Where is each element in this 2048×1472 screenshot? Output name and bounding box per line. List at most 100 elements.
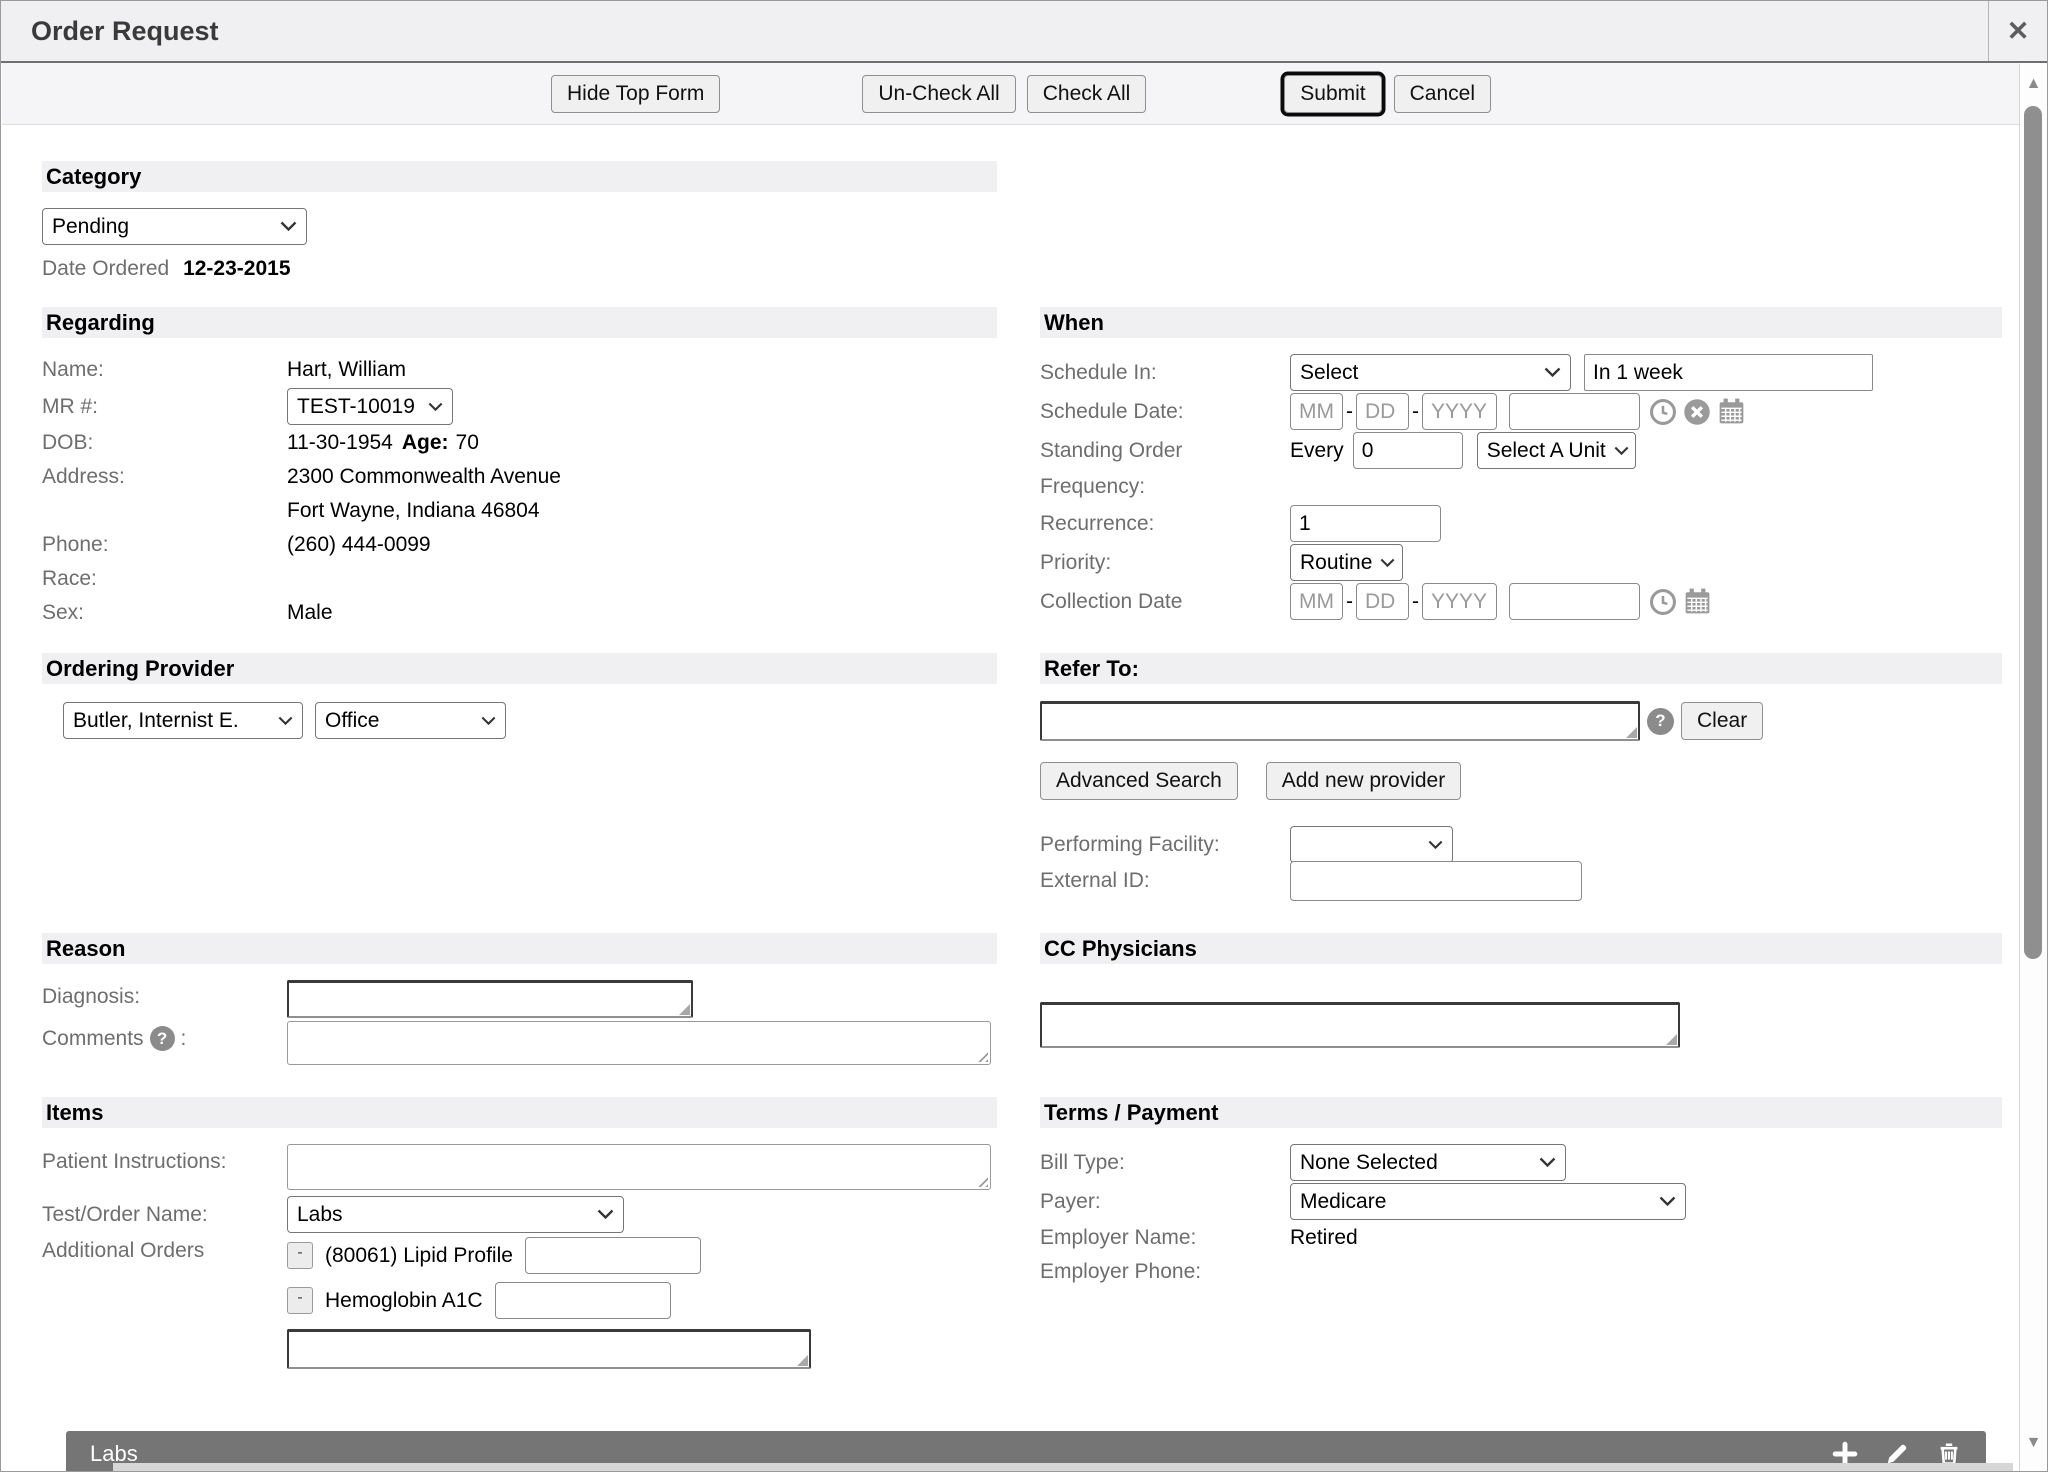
provider-select[interactable]: Butler, Internist E. [63,702,303,739]
provider-location-select[interactable]: Office [315,702,506,739]
add-new-provider-button[interactable]: Add new provider [1266,762,1461,800]
mr-select[interactable]: TEST-10019 [287,388,453,425]
clear-date-icon[interactable] [1683,398,1711,426]
refer-to-input[interactable] [1040,701,1640,741]
calendar-icon[interactable] [1717,397,1746,426]
check-all-button[interactable]: Check All [1027,75,1147,113]
chevron-down-icon [1380,558,1395,568]
collection-time-input[interactable] [1509,583,1640,620]
cc-physicians-input[interactable] [1040,1002,1680,1048]
cc-physicians-header: CC Physicians [1040,933,2002,964]
payer-label: Payer: [1040,1190,1290,1214]
priority-select[interactable]: Routine [1290,544,1403,581]
diagnosis-input[interactable] [287,980,693,1018]
phone-value: (260) 444-0099 [287,533,431,557]
every-input[interactable] [1353,432,1463,469]
clock-icon[interactable] [1649,398,1677,426]
regarding-header: Regarding [42,307,997,338]
horizontal-scrollbar[interactable] [113,1463,2013,1471]
age-label: Age: [402,431,449,455]
additional-order-row: - Hemoglobin A1C [287,1282,811,1319]
provider-location-value: Office [325,709,379,733]
performing-facility-select[interactable] [1290,826,1453,863]
close-icon: ✕ [2007,16,2030,47]
order-detail-input[interactable] [525,1237,701,1274]
terms-payment-header: Terms / Payment [1040,1097,2002,1128]
unit-select-value: Select A Unit [1487,439,1606,463]
age-value: 70 [456,431,479,455]
test-order-name-label: Test/Order Name: [42,1203,287,1227]
refer-to-header: Refer To: [1040,653,2002,684]
bill-type-select[interactable]: None Selected [1290,1144,1566,1181]
category-select-value: Pending [52,215,129,239]
performing-facility-label: Performing Facility: [1040,833,1290,857]
schedule-in-text-input[interactable] [1584,354,1873,391]
collection-date-mm-input[interactable] [1290,583,1343,620]
category-select[interactable]: Pending [42,208,307,245]
close-button[interactable]: ✕ [1988,1,2047,61]
comments-colon: : [181,1027,187,1051]
submit-button[interactable]: Submit [1284,75,1381,113]
uncheck-all-button[interactable]: Un-Check All [862,75,1015,113]
patient-instructions-textarea[interactable] [287,1144,991,1190]
date-ordered-value: 12-23-2015 [183,257,290,280]
ordering-provider-header: Ordering Provider [42,653,997,684]
collection-date-label: Collection Date [1040,590,1290,614]
title-bar: Order Request ✕ [1,1,2047,63]
remove-order-button[interactable]: - [287,1242,313,1269]
dob-value: 11-30-1954 [287,431,393,455]
scrollbar-thumb[interactable] [2024,106,2042,959]
dob-label: DOB: [42,431,287,455]
when-header: When [1040,307,2002,338]
name-value: Hart, William [287,358,406,382]
help-icon[interactable]: ? [150,1026,175,1051]
additional-order-row: - (80061) Lipid Profile [287,1237,811,1274]
schedule-time-input[interactable] [1509,393,1640,430]
order-detail-input[interactable] [495,1282,671,1319]
patient-instructions-label: Patient Instructions: [42,1144,287,1174]
collection-date-yyyy-input[interactable] [1422,583,1497,620]
test-order-select-value: Labs [297,1203,343,1227]
calendar-icon[interactable] [1683,587,1712,616]
help-icon[interactable]: ? [1647,708,1674,735]
comments-textarea[interactable] [287,1021,991,1065]
scroll-down-icon[interactable]: ▼ [2020,1435,2047,1451]
dialog-content: Hide Top Form Un-Check All Check All Sub… [2,63,2019,1471]
unit-select[interactable]: Select A Unit [1477,432,1636,469]
schedule-date-yyyy-input[interactable] [1422,393,1497,430]
sex-label: Sex: [42,601,287,625]
schedule-in-select[interactable]: Select [1290,354,1571,391]
schedule-in-select-value: Select [1300,361,1358,385]
clock-icon[interactable] [1649,588,1677,616]
schedule-date-label: Schedule Date: [1040,400,1290,424]
chevron-down-icon [280,221,297,232]
chevron-down-icon [428,402,443,412]
advanced-search-button[interactable]: Advanced Search [1040,762,1238,800]
form-body: Category Pending Date Ordered 12-23-2015 [2,161,2019,1471]
additional-order-textarea[interactable] [287,1329,811,1369]
remove-order-button[interactable]: - [287,1287,313,1314]
scroll-up-icon[interactable]: ▲ [2020,76,2047,92]
schedule-date-dd-input[interactable] [1356,393,1409,430]
vertical-scrollbar[interactable]: ▲ ▼ [2019,64,2047,1471]
hide-top-form-button[interactable]: Hide Top Form [551,75,720,113]
payer-select-value: Medicare [1300,1190,1386,1214]
date-dash: - [1412,400,1419,424]
collection-date-dd-input[interactable] [1356,583,1409,620]
mr-select-value: TEST-10019 [297,395,415,419]
chevron-down-icon [597,1209,614,1220]
bill-type-select-value: None Selected [1300,1151,1438,1175]
payer-select[interactable]: Medicare [1290,1183,1686,1220]
schedule-date-mm-input[interactable] [1290,393,1343,430]
additional-orders-label: Additional Orders [42,1237,287,1263]
test-order-select[interactable]: Labs [287,1196,624,1233]
chevron-down-icon [278,716,293,726]
cancel-button[interactable]: Cancel [1394,75,1491,113]
recurrence-input[interactable] [1290,505,1441,542]
employer-phone-label: Employer Phone: [1040,1260,1290,1284]
diagnosis-label: Diagnosis: [42,980,287,1009]
external-id-input[interactable] [1290,861,1582,901]
date-dash: - [1346,400,1353,424]
employer-name-value: Retired [1290,1226,1358,1250]
clear-button[interactable]: Clear [1681,702,1763,740]
